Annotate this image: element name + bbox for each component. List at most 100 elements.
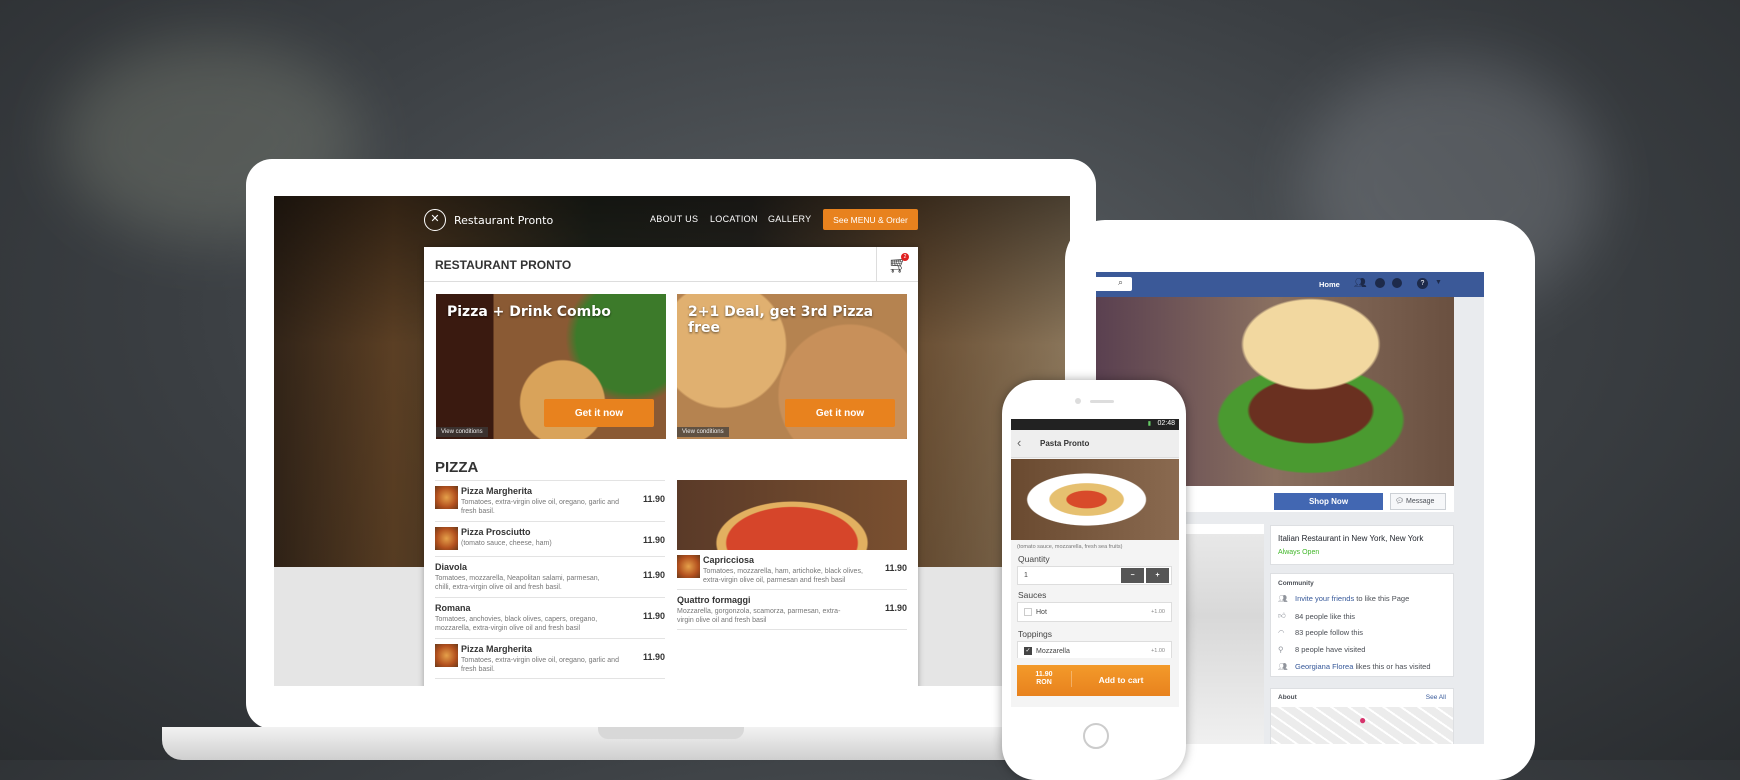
see-menu-button[interactable]: See MENU & Order (823, 209, 918, 230)
item-description: Tomatoes, anchovies, black olives, caper… (435, 616, 598, 632)
sauce-name: Hot (1036, 609, 1047, 616)
nav-about[interactable]: ABOUT US (650, 214, 698, 224)
message-label: Message (1406, 498, 1435, 505)
item-description: Tomatoes, mozzarella, Neapolitan salami,… (435, 575, 600, 591)
sauce-option[interactable]: Hot +1.00 (1017, 602, 1172, 622)
invite-link[interactable]: Invite your friends (1295, 594, 1354, 603)
promo-title: Pizza + Drink Combo (447, 304, 611, 320)
item-price: 11.90 (642, 535, 665, 545)
likes-count: 84 people like this (1295, 611, 1356, 621)
open-status: Always Open (1278, 549, 1320, 556)
home-button[interactable] (1083, 723, 1109, 749)
menu-item[interactable]: Pizza Margherita Tomatoes, extra-virgin o… (435, 481, 665, 522)
menu-item[interactable]: Pizza Prosciutto (tomato sauce, cheese, h… (435, 522, 665, 557)
sauce-checkbox[interactable] (1024, 608, 1032, 616)
view-conditions-link[interactable]: View conditions (677, 427, 729, 437)
card-title: RESTAURANT PRONTO (435, 258, 572, 272)
app-header: ‹ Pasta Pronto (1011, 430, 1179, 458)
pizza-list-right: Capricciosa Tomatoes, mozzarella, ham, ar… (677, 550, 907, 650)
status-time: 02:48 (1157, 420, 1175, 427)
back-icon[interactable]: ‹ (1017, 435, 1021, 450)
decrement-button[interactable]: − (1121, 568, 1144, 583)
get-it-now-button[interactable]: Get it now (544, 399, 654, 427)
nav-location[interactable]: LOCATION (710, 214, 758, 224)
menu-item[interactable]: Diavola Tomatoes, mozzarella, Neapolitan … (435, 557, 665, 598)
cart-badge: 2 (901, 253, 909, 261)
chevron-down-icon[interactable]: ▼ (1435, 279, 1442, 286)
menu-item[interactable]: Pizza Margherita Tomatoes, extra-virgin o… (435, 639, 665, 679)
location-pin-icon: ⚲ (1278, 645, 1284, 654)
like-icon: 👍︎ (1278, 611, 1286, 620)
screen-title: Pasta Pronto (1040, 439, 1090, 448)
messenger-icon[interactable] (1375, 278, 1385, 288)
quantity-value: 1 (1024, 572, 1028, 579)
quantity-label: Quantity (1018, 554, 1050, 564)
status-bar: 02:48 ▮ (1011, 419, 1179, 430)
follows-count: 83 people follow this (1295, 628, 1363, 637)
price: 11.90 (1035, 671, 1053, 678)
rss-icon: ◠ (1278, 628, 1285, 637)
toppings-label: Toppings (1018, 629, 1053, 639)
item-price: 11.90 (642, 611, 665, 621)
see-all-link[interactable]: See All (1426, 694, 1446, 701)
help-icon[interactable]: ? (1417, 278, 1428, 289)
menu-item[interactable]: Quattro formaggi Mozzarella, gorgonzola, … (677, 590, 907, 630)
home-link[interactable]: Home (1319, 280, 1340, 289)
laptop-notch (598, 727, 744, 739)
sauces-label: Sauces (1018, 590, 1047, 600)
visited-count: 8 people have visited (1295, 645, 1366, 654)
item-description: Tomatoes, extra-virgin olive oil, oregan… (461, 657, 619, 673)
topping-price: +1.00 (1151, 648, 1165, 654)
invite-text: Invite your friends to like this Page (1295, 594, 1409, 603)
info-box: Italian Restaurant in New York, New York… (1270, 525, 1454, 565)
friend-link[interactable]: Georgiana Florea (1295, 662, 1353, 671)
promo-deal[interactable]: 2+1 Deal, get 3rd Pizza free Get it now … (677, 294, 907, 439)
brand-name: Restaurant Pronto (454, 214, 554, 227)
item-name: Quattro formaggi (677, 595, 751, 605)
phone-speaker (1090, 400, 1114, 403)
community-box: Community 👥︎ Invite your friends to like … (1270, 573, 1454, 677)
pizza-list-left: Pizza Margherita Tomatoes, extra-virgin o… (435, 480, 665, 686)
item-price: 11.90 (642, 494, 665, 504)
map[interactable]: ● (1271, 707, 1453, 744)
item-price: 11.90 (884, 563, 907, 573)
laptop-screen: ✕ Restaurant Pronto ABOUT US LOCATION GA… (274, 196, 1070, 686)
item-name: Romana (435, 603, 471, 613)
topping-checkbox[interactable]: ✓ (1024, 647, 1032, 655)
nav-gallery[interactable]: GALLERY (768, 214, 811, 224)
dish-image (1011, 459, 1179, 540)
item-thumbnail (435, 527, 458, 550)
notifications-icon[interactable] (1392, 278, 1402, 288)
community-title: Community (1278, 580, 1314, 587)
menu-item[interactable]: Capricciosa Tomatoes, mozzarella, ham, ar… (677, 550, 907, 590)
item-thumbnail (435, 644, 458, 667)
map-pin-icon: ● (1359, 713, 1367, 727)
search-input[interactable]: ⌕ (1096, 277, 1132, 291)
search-icon: ⌕ (1118, 277, 1124, 287)
friends-icon: 👥︎ (1278, 662, 1288, 671)
cart-button[interactable]: 🛒︎ 2 (876, 247, 918, 282)
item-thumbnail (677, 555, 700, 578)
add-to-cart-button[interactable]: 11.90 RON Add to cart (1017, 665, 1170, 696)
friends-icon[interactable]: 👥︎ (1354, 278, 1367, 289)
promo-combo[interactable]: Pizza + Drink Combo Get it now View cond… (436, 294, 666, 439)
menu-item[interactable]: Romana Tomatoes, anchovies, black olives,… (435, 598, 665, 639)
about-title: About (1278, 694, 1297, 701)
item-price: 11.90 (642, 570, 665, 580)
view-conditions-link[interactable]: View conditions (436, 427, 488, 437)
friend-text: Georgiana Florea likes this or has visit… (1295, 662, 1431, 671)
battery-icon: ▮ (1147, 421, 1151, 427)
sauce-price: +1.00 (1151, 609, 1165, 615)
message-button[interactable]: 💬︎ Message (1390, 493, 1446, 510)
item-name: Diavola (435, 562, 468, 572)
dish-description: (tomato sauce, mozzarella, fresh sea fru… (1017, 544, 1123, 550)
increment-button[interactable]: + (1146, 568, 1169, 583)
item-description: Tomatoes, mozzarella, ham, artichoke, bl… (703, 568, 863, 584)
item-name: Pizza Margherita (461, 486, 533, 496)
about-box: About See All ● (1270, 688, 1454, 744)
item-name: Capricciosa (703, 555, 755, 565)
quantity-stepper[interactable]: 1 − + (1017, 566, 1172, 585)
shop-now-button[interactable]: Shop Now (1274, 493, 1383, 510)
get-it-now-button[interactable]: Get it now (785, 399, 895, 427)
cart-total: 11.90 RON (1017, 671, 1072, 687)
